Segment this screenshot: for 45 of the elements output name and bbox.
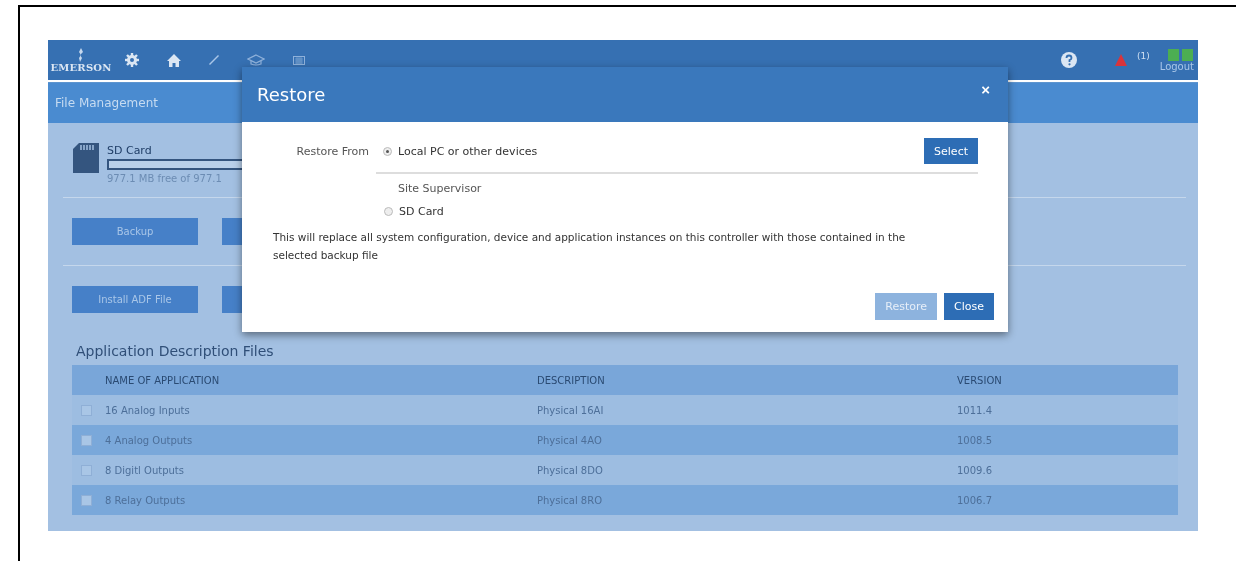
radio-button[interactable] bbox=[383, 146, 392, 156]
status-indicator-icon bbox=[1168, 48, 1194, 61]
table-cell: 8 Relay Outputs bbox=[105, 494, 186, 506]
table-cell: Physical 16AI bbox=[537, 404, 604, 416]
section-title: Application Description Files bbox=[76, 343, 274, 359]
logout-link[interactable]: Logout bbox=[1159, 60, 1194, 72]
table-cell: Physical 8RO bbox=[537, 494, 603, 506]
table-cell: 16 Analog Inputs bbox=[105, 404, 190, 416]
sd-card-icon bbox=[73, 143, 99, 173]
logo-mark-icon bbox=[77, 47, 85, 62]
column-header: DESCRIPTION bbox=[537, 374, 605, 386]
alarm-count: (1) bbox=[1137, 50, 1150, 61]
column-header: VERSION bbox=[957, 374, 1002, 386]
table-cell: 1006.7 bbox=[957, 494, 992, 506]
help-icon[interactable] bbox=[1061, 52, 1077, 68]
table-cell: 4 Analog Outputs bbox=[105, 434, 193, 446]
radio-button[interactable] bbox=[384, 206, 393, 216]
warning-message: This will replace all system configuration, device and application instances on this controller with those contained in the selected backup file bbox=[273, 230, 907, 263]
table-cell: 1008.5 bbox=[957, 434, 992, 446]
table-cell: 1011.4 bbox=[957, 404, 992, 416]
table-cell: Physical 8DO bbox=[537, 464, 603, 476]
table-cell: Physical 4AO bbox=[537, 434, 602, 446]
install-adf-button[interactable]: Install ADF File bbox=[72, 286, 198, 313]
settings-icon[interactable] bbox=[125, 53, 139, 67]
page-title: File Management bbox=[55, 96, 158, 110]
backup-button[interactable]: Backup bbox=[72, 218, 198, 245]
dialog-title: Restore bbox=[257, 84, 326, 105]
row-checkbox[interactable] bbox=[81, 464, 92, 476]
storage-label: SD Card bbox=[107, 144, 152, 157]
table-cell: 8 Digitl Outputs bbox=[105, 464, 184, 476]
group-label: Site Supervisor bbox=[398, 182, 482, 195]
logo-text: EMERSON bbox=[50, 61, 112, 73]
home-icon[interactable] bbox=[167, 53, 181, 67]
graduation-cap-icon[interactable] bbox=[247, 54, 265, 66]
row-checkbox[interactable] bbox=[81, 404, 92, 416]
select-button[interactable]: Select bbox=[924, 138, 978, 164]
column-header: NAME OF APPLICATION bbox=[105, 374, 220, 386]
row-checkbox[interactable] bbox=[81, 494, 92, 506]
row-checkbox[interactable] bbox=[81, 434, 92, 446]
table-cell: 1009.6 bbox=[957, 464, 992, 476]
radio-label[interactable]: SD Card bbox=[399, 204, 444, 218]
radio-label[interactable]: Local PC or other devices bbox=[398, 144, 538, 158]
alarm-icon[interactable] bbox=[1115, 54, 1127, 66]
close-button[interactable]: Close bbox=[944, 293, 994, 320]
field-label: Restore From bbox=[295, 144, 369, 158]
